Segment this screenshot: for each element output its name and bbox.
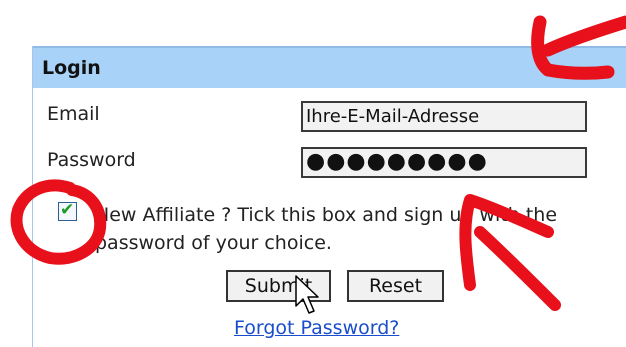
email-label: Email [47,103,100,125]
login-title: Login [42,57,101,79]
password-input[interactable] [301,147,587,178]
password-label: Password [47,149,136,171]
checkbox-check-icon: ✔ [60,200,75,220]
submit-button[interactable]: Submit [226,270,331,302]
reset-button[interactable]: Reset [347,270,444,302]
login-header: Login [33,46,626,88]
affiliate-checkbox[interactable]: ✔ [58,200,77,221]
affiliate-text: New Affiliate ? Tick this box and sign u… [95,204,558,254]
forgot-password-link[interactable]: Forgot Password? [234,317,399,339]
email-input[interactable] [301,101,587,132]
login-panel: Login Email Password ✔ New Affiliate ? T… [32,46,626,347]
